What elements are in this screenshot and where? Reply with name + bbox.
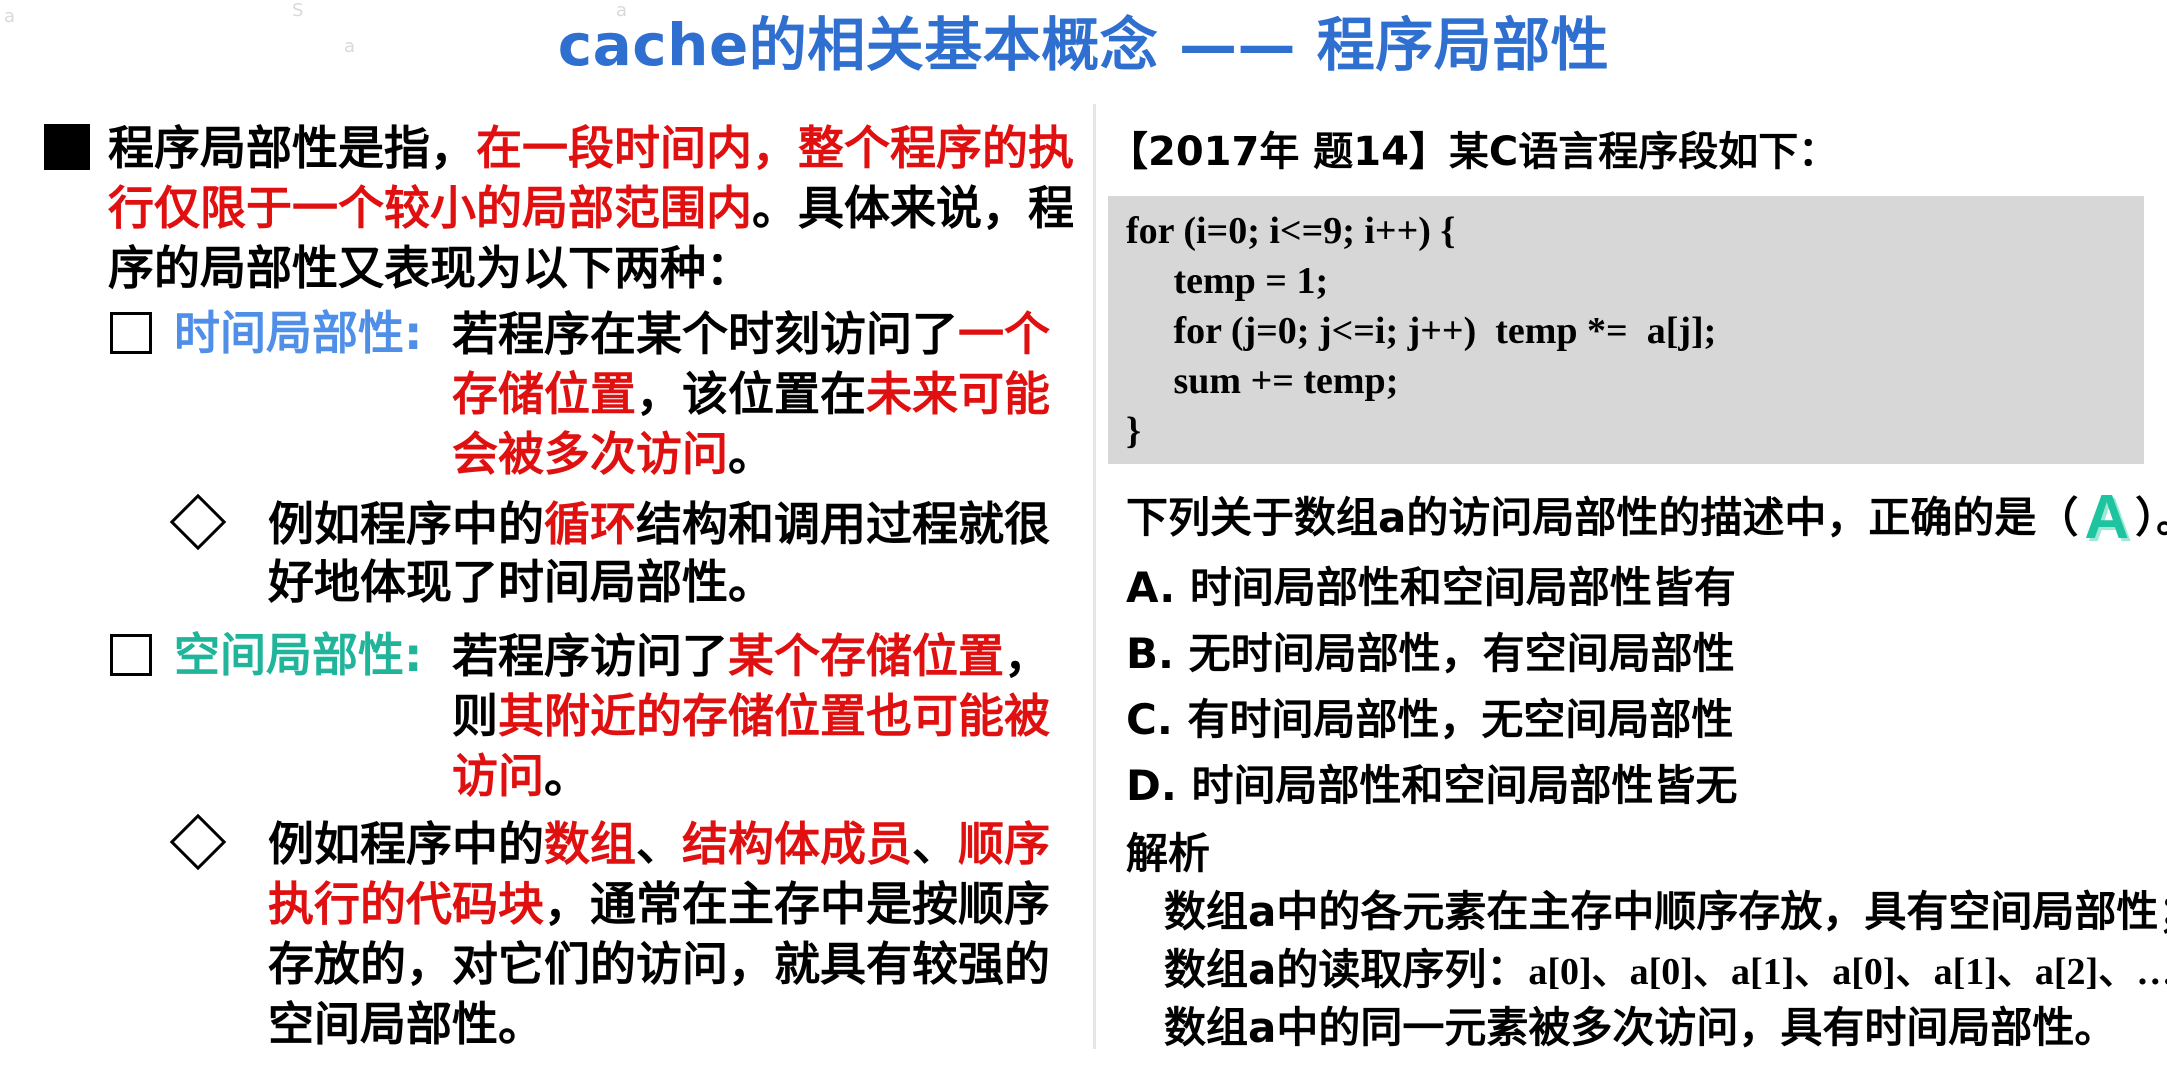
spatial-locality-label: 空间局部性: (174, 628, 423, 682)
code-line: } (1126, 410, 1141, 452)
slide-title: cache的相关基本概念 —— 程序局部性 (557, 11, 1610, 79)
empty-square-bullet-icon (110, 634, 152, 676)
intro-line-3: 序的局部性又表现为以下两种： (108, 241, 752, 295)
diamond-bullet-icon (169, 813, 227, 871)
example-text: 结构和调用过程就很 (636, 497, 1050, 551)
temporal-highlight: 存储位置 (452, 367, 636, 421)
spatial-text: 则 (452, 689, 498, 743)
read-sequence: a[0]、a[0]、a[1]、a[0]、a[1]、a[2]、…， (1528, 951, 2167, 993)
spatial-line-3: 访问。 (452, 746, 590, 806)
temporal-example-line-1: 例如程序中的循环结构和调用过程就很 (268, 494, 1050, 554)
spatial-line-1: 若程序访问了某个存储位置， (452, 626, 1050, 686)
example-highlight: 数组 (544, 817, 636, 871)
code-line: for (j=0; j<=i; j++) temp *= a[j]; (1126, 310, 1717, 352)
option-a: A. 时间局部性和空间局部性皆有 (1126, 563, 1736, 612)
spatial-text: 。 (544, 749, 590, 803)
example-highlight: 执行的代码块 (268, 877, 544, 931)
question-stem-end: ）。 (2135, 493, 2167, 542)
spatial-line-2: 则其附近的存储位置也可能被 (452, 686, 1050, 746)
question-text: 下列关于数组a的访问局部性的描述中，正确的是（A）。 (1126, 483, 2167, 552)
spatial-text: 若程序访问了 (452, 629, 728, 683)
spatial-highlight: 访问 (452, 749, 544, 803)
intro-highlight: 行仅限于一个较小的局部范围内 (108, 181, 752, 235)
option-d: D. 时间局部性和空间局部性皆无 (1126, 761, 1738, 810)
spatial-example-line-1: 例如程序中的数组、结构体成员、顺序 (268, 814, 1050, 874)
intro-text: 程序局部性是指， (108, 121, 476, 175)
temporal-example-line-2: 好地体现了时间局部性。 (268, 555, 774, 609)
question-header: 【2017年 题14】某C语言程序段如下： (1108, 129, 1839, 175)
analysis-title: 解析 (1126, 829, 1211, 878)
spatial-example-line-2: 执行的代码块，通常在主存中是按顺序 (268, 874, 1050, 934)
analysis-line-1: 数组a中的各元素在主存中顺序存放，具有空间局部性； (1164, 887, 2167, 936)
analysis-text: 数组a的读取序列： (1164, 945, 1529, 994)
temporal-text: 。 (728, 427, 774, 481)
example-text: 例如程序中的 (268, 817, 544, 871)
analysis-line-2: 数组a的读取序列：a[0]、a[0]、a[1]、a[0]、a[1]、a[2]、…… (1164, 942, 2167, 1000)
intro-text: 。具体来说，程 (752, 181, 1074, 235)
spatial-highlight: 其附近的存储位置也可能被 (498, 689, 1050, 743)
code-line: temp = 1; (1126, 260, 1329, 302)
temporal-line-1: 若程序在某个时刻访问了一个 (452, 304, 1050, 364)
intro-highlight: 在一段时间内，整个程序的执 (476, 121, 1074, 175)
example-highlight: 顺序 (958, 817, 1050, 871)
diamond-bullet-icon (169, 493, 227, 551)
intro-line-2: 行仅限于一个较小的局部范围内。具体来说，程 (108, 178, 1074, 238)
option-b: B. 无时间局部性，有空间局部性 (1126, 629, 1735, 678)
code-line: sum += temp; (1126, 360, 1399, 402)
intro-line-1: 程序局部性是指，在一段时间内，整个程序的执 (108, 118, 1074, 178)
temporal-line-2: 存储位置，该位置在未来可能 (452, 364, 1050, 424)
example-highlight: 循环 (544, 497, 636, 551)
code-line: for (i=0; i<=9; i++) { (1126, 210, 1456, 252)
temporal-line-3: 会被多次访问。 (452, 424, 774, 484)
temporal-highlight: 一个 (958, 307, 1050, 361)
temporal-locality-label: 时间局部性: (174, 306, 423, 360)
temporal-highlight: 会被多次访问 (452, 427, 728, 481)
spatial-highlight: 某个存储位置 (728, 629, 1004, 683)
filled-square-bullet-icon (44, 124, 90, 170)
empty-square-bullet-icon (110, 312, 152, 354)
example-text: 、 (636, 817, 682, 871)
spatial-example-line-3: 存放的，对它们的访问，就具有较强的 (268, 937, 1050, 991)
question-stem: 下列关于数组a的访问局部性的描述中，正确的是（ (1126, 493, 2079, 542)
example-highlight: 结构体成员 (682, 817, 912, 871)
analysis-line-3: 数组a中的同一元素被多次访问，具有时间局部性。 (1164, 1003, 2117, 1052)
example-text: 、 (912, 817, 958, 871)
option-c: C. 有时间局部性，无空间局部性 (1126, 695, 1734, 744)
spatial-text: ， (1004, 629, 1050, 683)
temporal-text: 若程序在某个时刻访问了 (452, 307, 958, 361)
answer-badge: A (2084, 483, 2130, 552)
spatial-example-line-4: 空间局部性。 (268, 997, 544, 1051)
example-text: 例如程序中的 (268, 497, 544, 551)
temporal-highlight: 未来可能 (866, 367, 1050, 421)
column-divider (1093, 104, 1096, 1049)
example-text: ，通常在主存中是按顺序 (544, 877, 1050, 931)
temporal-text: ，该位置在 (636, 367, 866, 421)
